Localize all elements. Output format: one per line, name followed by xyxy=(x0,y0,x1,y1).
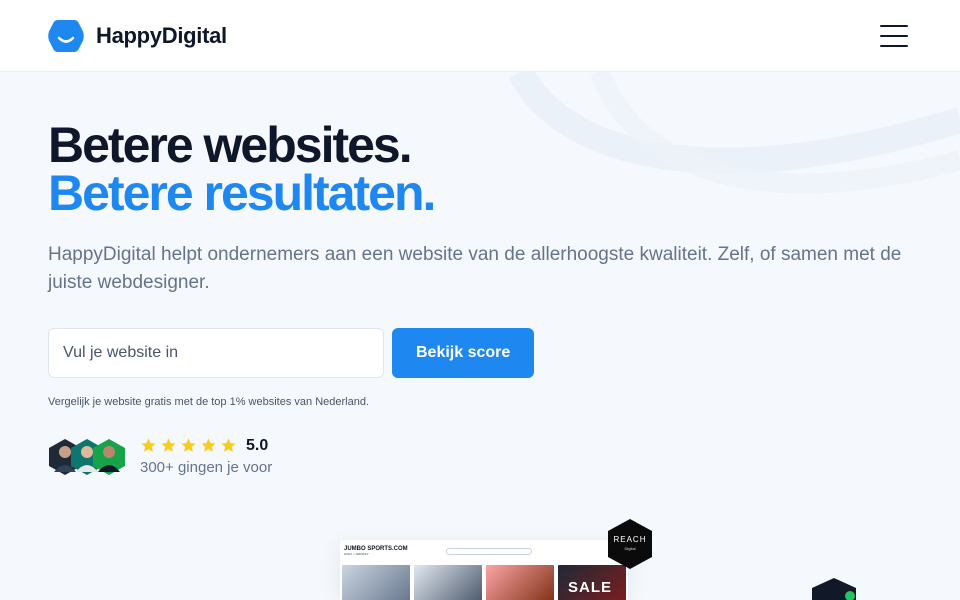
star-icon xyxy=(181,438,196,452)
reach-badge xyxy=(608,519,652,569)
hero-title-line2: Betere resultaten. xyxy=(48,165,436,221)
preview-tile xyxy=(414,565,482,600)
star-icon xyxy=(161,438,176,452)
preview-tiles: SALE xyxy=(340,565,628,600)
hamburger-menu-icon[interactable] xyxy=(880,24,908,47)
preview-site-logo: JUMBO SPORTS.COM GOLF + HOCKEY xyxy=(344,546,408,556)
rating-score: 5.0 xyxy=(246,436,269,454)
stars-row: 5.0 xyxy=(140,437,272,455)
preview-tile xyxy=(486,565,554,600)
reach-badge-subtitle: Digital xyxy=(624,546,636,551)
social-proof: 5.0 300+ gingen je voor xyxy=(48,436,918,476)
preview-logo-line2: GOLF + HOCKEY xyxy=(344,552,369,556)
site-header: HappyDigital xyxy=(0,0,960,72)
hero-subtitle: HappyDigital helpt ondernemers aan een w… xyxy=(48,244,902,293)
menu-line xyxy=(880,34,908,37)
star-icon xyxy=(221,438,236,452)
helper-text: Vergelijk je website gratis met de top 1… xyxy=(48,396,370,408)
preview-topbar: JUMBO SPORTS.COM GOLF + HOCKEY xyxy=(340,540,628,562)
star-icon xyxy=(201,438,216,452)
brand[interactable]: HappyDigital xyxy=(48,18,227,54)
hero-title: Betere websites. Betere resultaten. xyxy=(48,120,918,218)
preview-search-bar xyxy=(445,547,532,555)
preview-tile-sale: SALE xyxy=(558,565,626,600)
menu-line xyxy=(880,44,908,47)
customer-avatars xyxy=(48,436,128,476)
avatar xyxy=(812,578,856,600)
smile-hexagon-icon xyxy=(48,19,84,52)
hero-section: Betere websites. Betere resultaten. Happ… xyxy=(48,72,918,476)
score-form: Bekijk score xyxy=(48,328,918,378)
reach-badge-title: REACH xyxy=(613,535,647,544)
hero-title-line1: Betere websites. xyxy=(48,117,413,173)
rating: 5.0 300+ gingen je voor xyxy=(140,437,272,476)
avatar xyxy=(93,439,125,475)
view-score-button[interactable]: Bekijk score xyxy=(392,328,535,378)
social-proof-text: 300+ gingen je voor xyxy=(140,458,273,476)
star-icon xyxy=(141,438,156,452)
website-url-input[interactable] xyxy=(48,328,384,378)
menu-line xyxy=(880,24,908,27)
preview-tile xyxy=(342,565,410,600)
brand-name: HappyDigital xyxy=(96,22,227,48)
website-preview: JUMBO SPORTS.COM GOLF + HOCKEY SALE xyxy=(340,540,628,600)
